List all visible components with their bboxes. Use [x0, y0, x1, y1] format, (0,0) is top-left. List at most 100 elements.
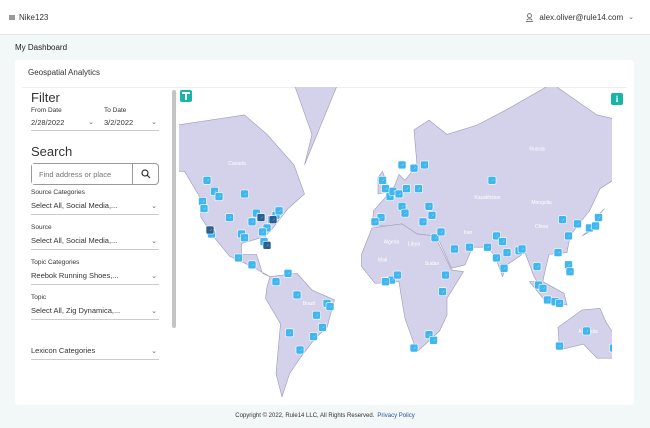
- field-dropdown[interactable]: Lexicon Categories ⌄: [31, 344, 159, 360]
- tweet-marker[interactable]: [483, 242, 492, 252]
- tweet-marker[interactable]: [573, 219, 582, 229]
- tweet-marker[interactable]: [553, 248, 563, 257]
- tweet-cluster-marker[interactable]: [205, 225, 215, 235]
- tweet-marker[interactable]: [441, 270, 450, 280]
- tweet-marker[interactable]: [538, 284, 548, 293]
- user-menu[interactable]: alex.oliver@rule14.com ⌄: [525, 13, 634, 22]
- search-button[interactable]: [132, 164, 158, 184]
- tweet-marker[interactable]: [202, 176, 212, 185]
- tweet-marker[interactable]: [271, 277, 281, 286]
- tweet-marker[interactable]: [393, 270, 402, 280]
- tweet-marker[interactable]: [498, 237, 507, 246]
- filter-field: Lexicon Categories ⌄: [31, 344, 159, 360]
- tweet-marker[interactable]: [409, 163, 419, 173]
- tweet-marker[interactable]: [543, 295, 552, 305]
- tweet-marker[interactable]: [397, 160, 407, 170]
- tweet-marker[interactable]: [214, 192, 224, 201]
- field-label: Source: [31, 224, 52, 231]
- tweet-marker[interactable]: [318, 323, 327, 332]
- tweet-marker[interactable]: [285, 328, 294, 338]
- privacy-policy-link[interactable]: Privacy Policy: [377, 413, 414, 419]
- world-map[interactable]: Canada Russia Kazakhstan Mongolia China Iran A…: [134, 9, 650, 400]
- top-bar: Nike123 alex.oliver@rule14.com ⌄: [0, 0, 650, 35]
- tweet-marker[interactable]: [402, 184, 411, 194]
- to-date-picker[interactable]: To Date 3/2/2022 ⌄: [104, 107, 157, 127]
- tweet-marker[interactable]: [564, 231, 573, 241]
- tweet-marker[interactable]: [274, 206, 284, 216]
- tweet-marker[interactable]: [394, 189, 404, 199]
- tweet-marker[interactable]: [487, 176, 497, 185]
- country-label: Iran: [464, 230, 473, 236]
- tweet-marker[interactable]: [420, 160, 429, 170]
- panel-scrollbar[interactable]: [172, 90, 176, 328]
- tweet-marker[interactable]: [591, 221, 600, 231]
- tweet-cluster-marker[interactable]: [256, 213, 266, 222]
- to-date-value: 3/2/2022: [104, 118, 134, 127]
- tweet-marker[interactable]: [400, 208, 410, 218]
- tweet-marker[interactable]: [312, 310, 321, 320]
- field-dropdown[interactable]: Select All, Zig Dynamica,... ⌄: [31, 304, 159, 320]
- from-date-picker[interactable]: From Date 2/28/2022 ⌄: [31, 107, 94, 127]
- tweet-cluster-marker[interactable]: [268, 215, 278, 224]
- search-heading: Search: [31, 144, 73, 159]
- search-input[interactable]: [32, 164, 132, 184]
- tweet-marker[interactable]: [558, 215, 567, 224]
- map-filter-button[interactable]: [180, 90, 192, 102]
- tweet-marker[interactable]: [225, 213, 234, 222]
- tweet-marker[interactable]: [240, 233, 249, 243]
- filter-field: Topic Categories Reebok Running Shoes,...…: [31, 259, 159, 285]
- tweet-marker[interactable]: [295, 345, 305, 355]
- tweet-marker[interactable]: [325, 302, 335, 311]
- info-button[interactable]: i: [611, 93, 623, 105]
- tweet-marker[interactable]: [378, 176, 387, 185]
- tweet-marker[interactable]: [450, 244, 459, 254]
- tweet-marker[interactable]: [424, 201, 434, 211]
- filter-heading: Filter: [31, 90, 60, 105]
- tweet-marker[interactable]: [609, 343, 618, 353]
- tweet-marker[interactable]: [492, 253, 501, 263]
- copyright-text: Copyright © 2022, Rule14 LLC, All Rights…: [235, 413, 375, 419]
- tweet-marker[interactable]: [381, 277, 390, 286]
- tweet-marker[interactable]: [429, 335, 438, 345]
- tweet-cluster-marker[interactable]: [262, 241, 272, 250]
- tweet-marker[interactable]: [465, 242, 474, 252]
- tweet-marker[interactable]: [436, 227, 446, 237]
- field-dropdown[interactable]: Select All, Social Media,... ⌄: [31, 199, 159, 215]
- tweet-marker[interactable]: [438, 287, 447, 296]
- tweet-marker[interactable]: [565, 267, 575, 276]
- tweet-marker[interactable]: [427, 211, 437, 220]
- tweet-marker[interactable]: [502, 248, 512, 257]
- tweet-marker[interactable]: [283, 269, 293, 278]
- tweet-marker[interactable]: [517, 244, 527, 254]
- tweet-marker[interactable]: [240, 189, 249, 199]
- tweet-marker[interactable]: [247, 260, 257, 270]
- tweet-marker[interactable]: [582, 326, 591, 336]
- org-switcher[interactable]: Nike123: [9, 13, 48, 22]
- field-dropdown[interactable]: Reebok Running Shoes,... ⌄: [31, 269, 159, 285]
- tweet-marker[interactable]: [247, 217, 257, 227]
- tweet-marker[interactable]: [418, 217, 428, 227]
- tweet-marker[interactable]: [499, 263, 509, 273]
- info-icon: i: [615, 94, 619, 104]
- tweet-marker[interactable]: [414, 184, 423, 194]
- tweet-marker[interactable]: [258, 227, 267, 237]
- from-date-label: From Date: [31, 107, 62, 114]
- tweet-marker[interactable]: [409, 343, 419, 353]
- tweet-marker[interactable]: [555, 341, 564, 351]
- filter-panel: Filter From Date 2/28/2022 ⌄ To Date 3/2/20…: [31, 88, 159, 400]
- tweet-marker[interactable]: [370, 217, 380, 227]
- map-canvas[interactable]: Canada Russia Kazakhstan Mongolia China Iran A…: [134, 9, 650, 400]
- country-label: Canada: [228, 161, 246, 167]
- tweet-marker[interactable]: [555, 299, 564, 308]
- tweet-marker[interactable]: [234, 253, 243, 263]
- tweet-marker[interactable]: [309, 332, 318, 341]
- filter-field: Topic Select All, Zig Dynamica,... ⌄: [31, 294, 159, 320]
- tweet-marker[interactable]: [381, 184, 390, 194]
- tweet-marker[interactable]: [594, 213, 603, 222]
- country-label: China: [535, 224, 548, 230]
- field-dropdown[interactable]: Select All, Social Media,... ⌄: [31, 234, 159, 250]
- tweet-marker[interactable]: [199, 204, 209, 213]
- field-value: Select All, Social Media,...: [31, 201, 118, 210]
- tweet-marker[interactable]: [532, 262, 542, 271]
- tweet-marker[interactable]: [292, 290, 302, 300]
